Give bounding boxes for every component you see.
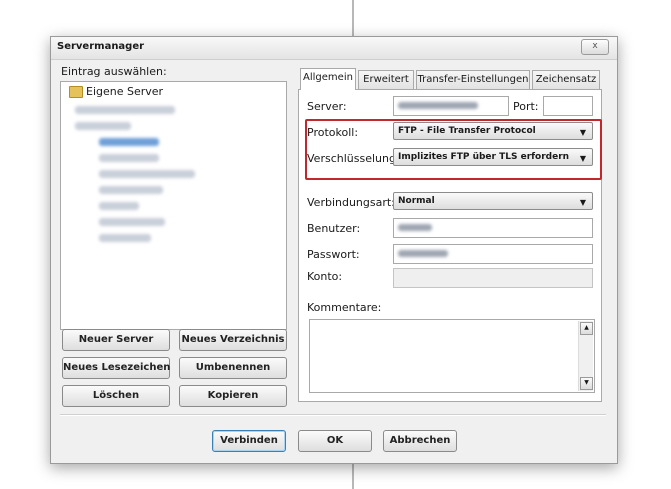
tree-item[interactable] — [75, 122, 131, 130]
cancel-button[interactable]: Abbrechen — [383, 430, 457, 452]
tree-label: Eintrag auswählen: — [61, 65, 167, 78]
account-input[interactable] — [393, 268, 593, 288]
comments-scrollbar[interactable]: ▲ ▼ — [578, 321, 593, 391]
port-input[interactable] — [543, 96, 593, 116]
user-label: Benutzer: — [307, 222, 361, 235]
tree-root-label: Eigene Server — [86, 85, 164, 98]
server-tree[interactable]: Eigene Server — [60, 81, 287, 330]
folder-icon — [69, 85, 83, 98]
tree-item[interactable] — [75, 106, 175, 114]
new-server-button[interactable]: Neuer Server — [62, 329, 170, 351]
user-input[interactable] — [393, 218, 593, 238]
server-input[interactable] — [393, 96, 509, 116]
comments-label: Kommentare: — [307, 301, 382, 314]
password-value-redacted — [398, 250, 448, 257]
footer-separator — [60, 414, 606, 416]
connect-button[interactable]: Verbinden — [212, 430, 286, 452]
tree-item[interactable] — [99, 186, 163, 194]
new-bookmark-button[interactable]: Neues Lesezeichen — [62, 357, 170, 379]
tab-transfer-settings[interactable]: Transfer-Einstellungen — [416, 70, 530, 89]
tab-charset[interactable]: Zeichensatz — [532, 70, 600, 89]
password-input[interactable] — [393, 244, 593, 264]
scroll-up-icon[interactable]: ▲ — [580, 322, 593, 335]
logon-type-select[interactable]: Normal ▼ — [393, 192, 593, 210]
delete-button[interactable]: Löschen — [62, 385, 170, 407]
server-value-redacted — [398, 102, 478, 109]
account-label: Konto: — [307, 270, 343, 283]
user-value-redacted — [398, 224, 432, 231]
tree-item[interactable] — [99, 234, 151, 242]
rename-button[interactable]: Umbenennen — [179, 357, 287, 379]
highlight-box — [305, 119, 602, 180]
scroll-down-icon[interactable]: ▼ — [580, 377, 593, 390]
new-folder-button[interactable]: Neues Verzeichnis — [179, 329, 287, 351]
server-label: Server: — [307, 100, 347, 113]
copy-button[interactable]: Kopieren — [179, 385, 287, 407]
tree-item[interactable] — [99, 154, 159, 162]
tab-general[interactable]: Allgemein — [300, 68, 356, 90]
tree-item-selected[interactable] — [99, 138, 159, 146]
title-bar: Servermanager x — [51, 37, 617, 60]
chevron-down-icon: ▼ — [579, 198, 586, 207]
tree-root-item[interactable]: Eigene Server — [69, 85, 163, 98]
password-label: Passwort: — [307, 248, 360, 261]
comments-textarea[interactable]: ▲ ▼ — [309, 319, 595, 393]
logon-type-label: Verbindungsart: — [307, 196, 395, 209]
close-button[interactable]: x — [581, 39, 609, 55]
logon-type-value: Normal — [398, 196, 435, 206]
tree-item[interactable] — [99, 218, 165, 226]
server-manager-dialog: Servermanager x Eintrag auswählen: Eigen… — [50, 36, 618, 464]
port-label: Port: — [513, 100, 539, 113]
tree-item[interactable] — [99, 170, 195, 178]
tab-advanced[interactable]: Erweitert — [358, 70, 414, 89]
ok-button[interactable]: OK — [298, 430, 372, 452]
close-icon: x — [592, 41, 598, 51]
dialog-title: Servermanager — [57, 41, 145, 52]
tree-item[interactable] — [99, 202, 139, 210]
